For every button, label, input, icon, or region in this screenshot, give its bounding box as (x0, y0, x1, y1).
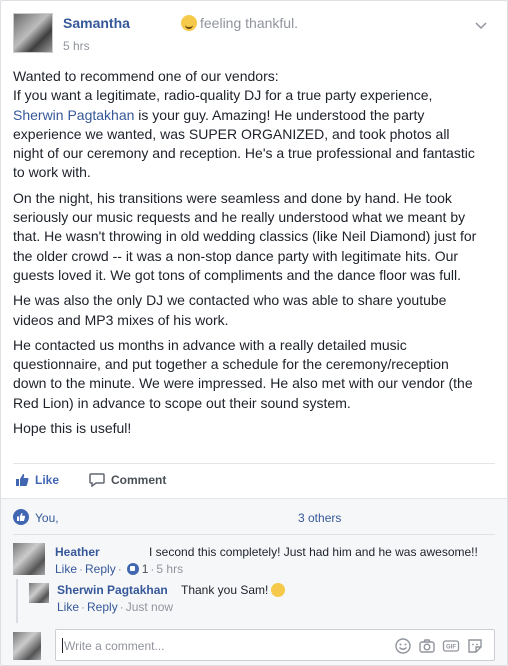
likes-summary: You, 3 others (13, 499, 495, 535)
gif-icon[interactable]: GIF (442, 637, 460, 655)
feeling-status: feeling thankful. (181, 15, 298, 31)
separator-dot: · (81, 600, 86, 614)
author-avatar[interactable] (13, 13, 53, 53)
comment-label: Comment (111, 473, 167, 487)
post-paragraph: On the night, his transitions were seaml… (13, 189, 477, 283)
like-icon (126, 563, 139, 575)
post-header: Samantha feeling thankful. 5 hrs (13, 13, 495, 57)
likes-others[interactable]: 3 others (298, 511, 341, 525)
post-actions: Like Comment (13, 463, 495, 497)
reply-meta: Like · Reply · Just now (57, 600, 173, 614)
reply-text-content: Thank you Sam! (181, 583, 269, 597)
comment-like-link[interactable]: Like (55, 562, 77, 576)
reply-author[interactable]: Sherwin Pagtakhan (57, 583, 168, 597)
comment-reply-link[interactable]: Reply (85, 562, 116, 576)
comment-meta: Like · Reply · 1 · 5 hrs (55, 562, 183, 576)
comment-text: I second this completely! Just had him a… (149, 545, 478, 559)
sticker-icon[interactable] (466, 637, 484, 655)
post-paragraph: He was also the only DJ we contacted who… (13, 292, 447, 328)
comment-placeholder: Write a comment... (64, 639, 165, 653)
post-timestamp[interactable]: 5 hrs (63, 39, 90, 53)
like-button[interactable]: Like (15, 473, 59, 487)
emoji-icon (181, 15, 197, 31)
separator-dot: · (150, 562, 155, 576)
replier-avatar[interactable] (29, 583, 49, 603)
mention-link[interactable]: Sherwin Pagtakhan (13, 107, 134, 123)
comment-input[interactable]: Write a comment... GIF (55, 629, 495, 661)
author-name[interactable]: Samantha (63, 15, 130, 31)
reply-reply-link[interactable]: Reply (87, 600, 118, 614)
comments-section: You, 3 others Heather I second this comp… (1, 498, 507, 665)
comment-like-count[interactable]: 1 (142, 562, 149, 576)
separator-dot: · (117, 562, 122, 576)
post-text: Wanted to recommend one of our vendors: … (13, 67, 483, 444)
camera-icon[interactable] (418, 637, 436, 655)
reply-time[interactable]: Just now (126, 600, 173, 614)
chevron-down-icon[interactable] (475, 19, 487, 31)
comment-item: Heather I second this completely! Just h… (13, 543, 495, 579)
post-paragraph: He contacted us months in advance with a… (13, 336, 473, 411)
comment-author[interactable]: Heather (55, 545, 100, 559)
text-cursor (62, 638, 63, 653)
paragraph-text: Wanted to recommend one of our vendors: … (13, 68, 433, 104)
svg-text:GIF: GIF (446, 645, 456, 651)
comment-time[interactable]: 5 hrs (156, 562, 183, 576)
reply-item: Sherwin Pagtakhan Thank you Sam! Like · Re… (29, 581, 495, 619)
separator-dot: · (79, 562, 84, 576)
comment-composer: Write a comment... GIF (13, 629, 495, 663)
comment-button[interactable]: Comment (89, 473, 167, 488)
reply-text: Thank you Sam! (181, 583, 286, 597)
like-icon (16, 474, 29, 486)
like-icon (13, 509, 29, 525)
comment-icon (89, 473, 105, 488)
like-label: Like (35, 473, 60, 487)
post-paragraph: Wanted to recommend one of our vendors: … (13, 67, 483, 183)
reply-thread-line (16, 579, 18, 623)
composer-avatar (13, 632, 41, 660)
separator-dot: · (119, 600, 124, 614)
emoji-icon[interactable] (394, 637, 412, 655)
post-card: Samantha feeling thankful. 5 hrs Wanted … (0, 0, 508, 666)
smiley-icon (271, 583, 286, 597)
feeling-text: feeling thankful. (200, 15, 299, 31)
reply-like-link[interactable]: Like (57, 600, 79, 614)
commenter-avatar[interactable] (13, 543, 45, 575)
likes-you[interactable]: You, (35, 511, 59, 525)
post-paragraph: Hope this is useful! (13, 420, 132, 437)
